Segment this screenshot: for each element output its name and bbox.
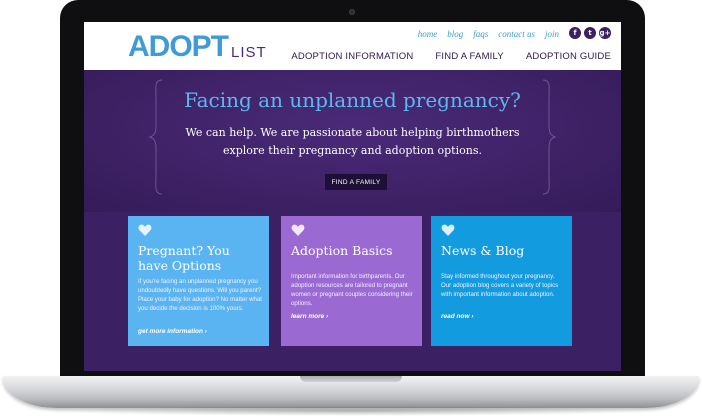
nav-find-a-family[interactable]: FIND A FAMILY <box>435 51 503 62</box>
card-text: Stay informed throughout your pregnancy.… <box>441 273 559 298</box>
twitter-icon[interactable]: t <box>584 27 596 39</box>
hero-title: Facing an unplanned pregnancy? <box>184 88 521 112</box>
heart-icon <box>138 224 152 236</box>
nav-adoption-guide[interactable]: ADOPTION GUIDE <box>526 51 611 62</box>
heart-icon <box>291 224 305 236</box>
card-title: Adoption Basics <box>291 243 393 258</box>
card-title: Pregnant? You have Options <box>138 243 230 273</box>
facebook-icon[interactable]: f <box>569 27 581 39</box>
find-a-family-button[interactable]: FIND A FAMILY <box>325 174 387 190</box>
card-link[interactable]: get more information › <box>138 328 207 335</box>
top-link-contact-us[interactable]: contact us <box>498 29 535 39</box>
google-plus-icon[interactable]: g+ <box>599 27 611 39</box>
card-news-blog[interactable]: News & Blog Stay informed throughout you… <box>431 216 572 346</box>
logo-sub-text: LIST <box>231 44 267 61</box>
card-adoption-basics[interactable]: Adoption Basics Important information fo… <box>281 216 422 346</box>
site-header: ADOPT LIST home blog faqs contact us joi… <box>84 22 621 70</box>
laptop-shadow <box>40 406 662 416</box>
card-title: News & Blog <box>441 243 525 258</box>
logo-main-text: ADOPT <box>128 30 229 63</box>
hero-section: Facing an unplanned pregnancy? We can he… <box>84 70 621 212</box>
top-link-home[interactable]: home <box>418 29 438 39</box>
card-text: Important information for birthparents. … <box>291 273 413 307</box>
nav-adoption-information[interactable]: ADOPTION INFORMATION <box>291 51 413 62</box>
site-logo[interactable]: ADOPT LIST <box>128 28 267 62</box>
top-link-blog[interactable]: blog <box>447 29 463 39</box>
top-link-join[interactable]: join <box>545 29 559 39</box>
heart-icon <box>441 224 455 236</box>
social-icons: f t g+ <box>569 27 611 39</box>
laptop-screen: ADOPT LIST home blog faqs contact us joi… <box>84 22 621 371</box>
hero-text: We can help. We are passionate about hel… <box>185 126 520 157</box>
card-link[interactable]: read now › <box>441 313 474 320</box>
card-pregnant-options[interactable]: Pregnant? You have Options If you're fac… <box>128 216 269 346</box>
card-link[interactable]: learn more › <box>291 313 328 320</box>
card-text: If you're facing an unplanned pregnancy … <box>138 278 262 312</box>
camera-icon <box>349 9 355 15</box>
top-link-faqs[interactable]: faqs <box>473 29 488 39</box>
main-nav: ADOPTION INFORMATION FIND A FAMILY ADOPT… <box>291 51 611 62</box>
laptop-notch <box>300 376 402 382</box>
top-links: home blog faqs contact us join <box>418 29 559 39</box>
